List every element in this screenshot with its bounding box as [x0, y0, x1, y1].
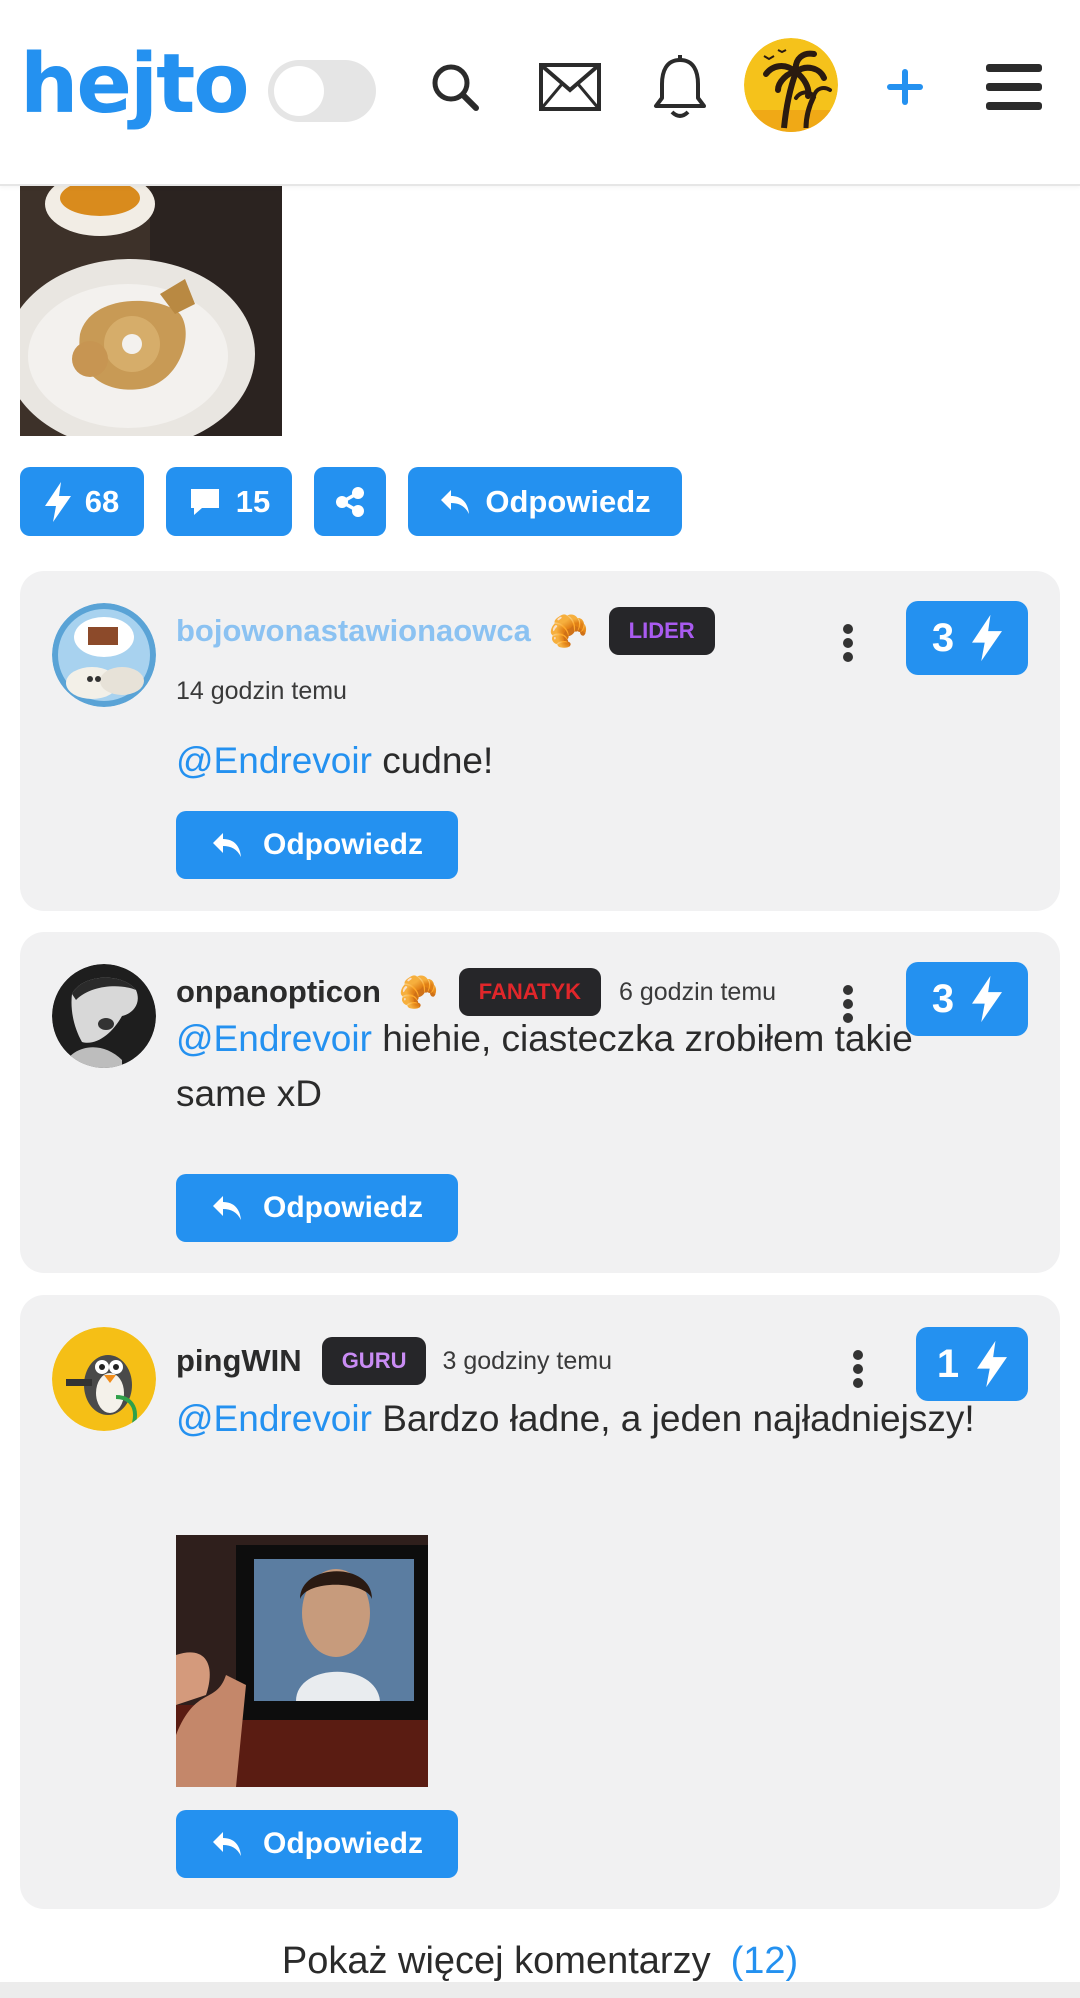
reply-button[interactable]: Odpowiedz — [176, 811, 458, 879]
reply-label: Odpowiedz — [263, 828, 423, 861]
comments-button[interactable]: 15 — [166, 467, 292, 536]
commenter-avatar[interactable] — [52, 1327, 156, 1431]
comment-body: @Endrevoir hiehie, ciasteczka zrobiłem t… — [176, 1011, 990, 1121]
vote-count: 1 — [936, 1341, 960, 1386]
hamburger-menu-icon[interactable] — [986, 64, 1042, 110]
lightning-icon — [977, 1340, 1008, 1388]
more-options-icon[interactable] — [842, 623, 854, 663]
dark-mode-toggle[interactable] — [268, 60, 376, 122]
reply-label: Odpowiedz — [263, 1191, 423, 1224]
comment-card: onpanopticon 🥐 FANATYK 6 godzin temu 3 @… — [20, 932, 1060, 1273]
rank-badge: LIDER — [608, 607, 715, 655]
user-mention-link[interactable]: @Endrevoir — [176, 1398, 372, 1439]
comment-body: @Endrevoir Bardzo ładne, a jeden najładn… — [176, 1391, 990, 1446]
comment-text: Bardzo ładne, a jeden najładniejszy! — [371, 1398, 975, 1439]
commenter-avatar[interactable] — [52, 964, 156, 1068]
vote-button[interactable]: 1 — [916, 1327, 1028, 1401]
hejto-logo[interactable]: hejto — [20, 40, 250, 130]
post-reply-button[interactable]: Odpowiedz — [408, 467, 682, 536]
share-button[interactable] — [314, 467, 386, 536]
rank-badge: GURU — [321, 1337, 427, 1385]
palm-tree-icon — [744, 38, 838, 132]
comment-bubble-icon — [190, 488, 219, 515]
croissant-icon: 🥐 — [398, 974, 439, 1010]
comment-username[interactable]: bojowonastawionaowca — [176, 613, 531, 649]
comment-count: 15 — [235, 483, 271, 519]
reply-label: Odpowiedz — [263, 1827, 423, 1860]
show-more-label: Pokaż więcej komentarzy — [281, 1940, 711, 1982]
reply-button[interactable]: Odpowiedz — [176, 1174, 458, 1242]
user-mention-link[interactable]: @Endrevoir — [176, 740, 372, 781]
comment-body: @Endrevoir cudne! — [176, 733, 990, 788]
like-count: 68 — [84, 483, 120, 519]
reply-arrow-icon — [441, 489, 470, 514]
bell-icon[interactable] — [652, 54, 708, 120]
show-more-count: (12) — [730, 1940, 799, 1982]
reply-label: Odpowiedz — [485, 483, 651, 519]
user-avatar[interactable] — [744, 38, 838, 132]
add-post-icon[interactable] — [884, 66, 926, 108]
top-navbar: hejto — [0, 0, 1080, 186]
croissant-icon: 🥐 — [548, 613, 589, 649]
comment-timestamp: 14 godzin temu — [176, 677, 347, 705]
reply-button[interactable]: Odpowiedz — [176, 1810, 458, 1878]
like-button[interactable]: 68 — [20, 467, 144, 536]
post-image-cookies[interactable] — [20, 184, 282, 436]
comment-username[interactable]: pingWIN — [176, 1343, 302, 1379]
reply-arrow-icon — [213, 1196, 241, 1220]
rank-badge: FANATYK — [458, 968, 602, 1016]
lightning-icon — [44, 481, 71, 522]
comment-text: cudne! — [371, 740, 494, 781]
more-options-icon[interactable] — [852, 1349, 864, 1389]
comment-timestamp: 6 godzin temu — [619, 977, 777, 1006]
reply-arrow-icon — [213, 1832, 241, 1856]
commenter-avatar[interactable] — [52, 603, 156, 707]
search-icon[interactable] — [430, 62, 480, 112]
comment-gif-image[interactable] — [176, 1535, 428, 1787]
bottom-edge — [0, 1982, 1080, 1998]
comment-card: bojowonastawionaowca 🥐 LIDER 14 godzin t… — [20, 571, 1060, 911]
comment-timestamp: 3 godziny temu — [442, 1346, 613, 1375]
share-icon — [336, 486, 364, 517]
mail-icon[interactable] — [538, 62, 602, 112]
user-mention-link[interactable]: @Endrevoir — [176, 1018, 372, 1059]
lightning-icon — [972, 614, 1003, 662]
toggle-knob — [274, 66, 324, 116]
reply-arrow-icon — [213, 833, 241, 857]
vote-button[interactable]: 3 — [906, 601, 1028, 675]
show-more-comments-link[interactable]: Pokaż więcej komentarzy (12) — [0, 1940, 1080, 1983]
comment-username[interactable]: onpanopticon — [176, 974, 381, 1010]
vote-count: 3 — [931, 615, 955, 660]
comment-card: pingWIN GURU 3 godziny temu 1 @Endrevoir… — [20, 1295, 1060, 1909]
